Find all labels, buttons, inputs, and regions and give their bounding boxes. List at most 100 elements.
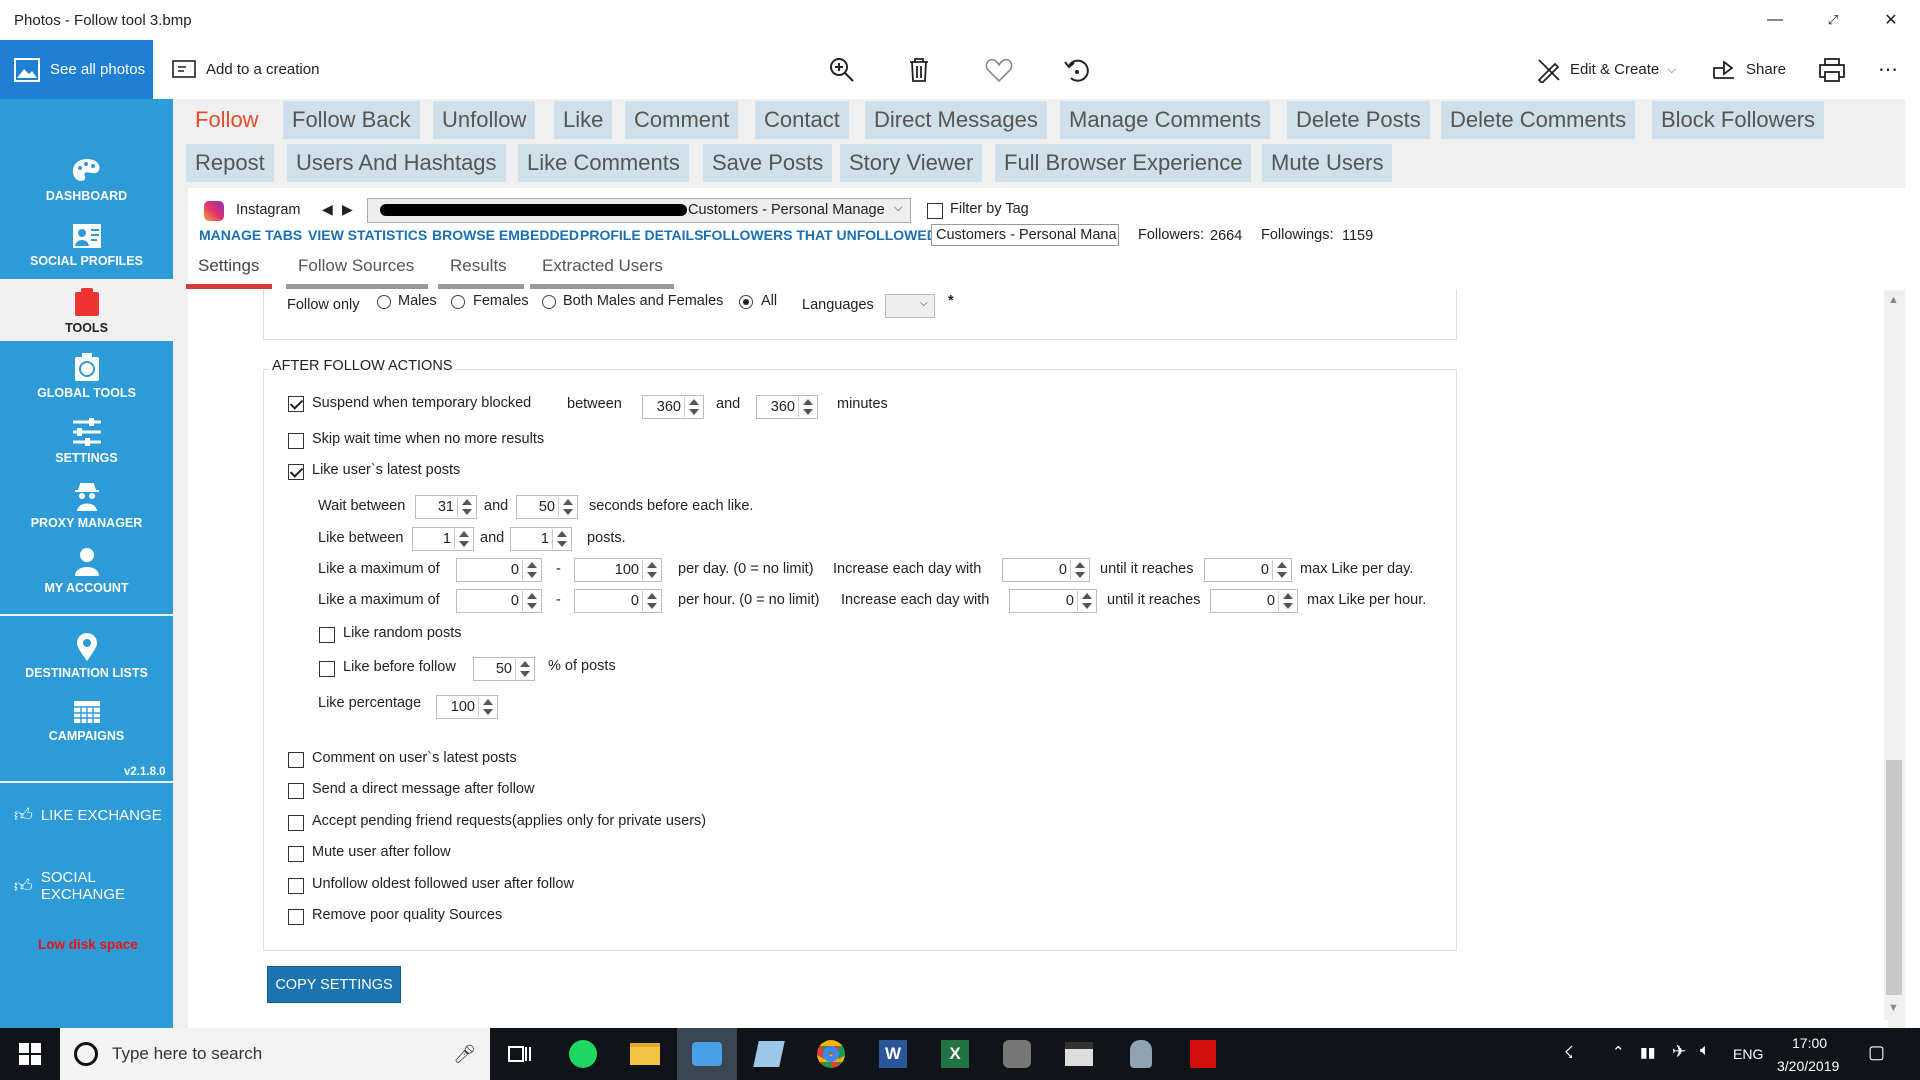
scroll-down-icon[interactable]: ▼	[1888, 1002, 1899, 1014]
subtab-results[interactable]: Results	[438, 256, 524, 289]
rotate-button[interactable]	[1063, 40, 1091, 99]
close-button[interactable]: ✕	[1868, 0, 1914, 40]
like-percentage-stepper[interactable]: 100	[436, 695, 498, 719]
tab-unfollow[interactable]: Unfollow	[433, 101, 536, 139]
wait-max-stepper[interactable]: 50	[516, 495, 578, 519]
prev-account-button[interactable]: ◀	[322, 201, 333, 218]
day-min-stepper[interactable]: 0	[456, 558, 542, 582]
robot-app[interactable]	[1111, 1028, 1171, 1080]
tab-block-followers[interactable]: Block Followers	[1652, 101, 1825, 139]
subtab-follow-sources[interactable]: Follow Sources	[286, 256, 428, 289]
wait-min-stepper[interactable]: 31	[415, 495, 477, 519]
radio-all[interactable]	[739, 295, 753, 309]
mute-user-checkbox[interactable]	[288, 846, 304, 862]
up-down-arrows-icon[interactable]	[642, 591, 660, 611]
hour-reach-stepper[interactable]: 0	[1210, 589, 1298, 613]
delete-button[interactable]	[907, 40, 931, 99]
filter-by-tag-checkbox[interactable]	[927, 203, 943, 219]
radio-males[interactable]	[377, 295, 391, 309]
calendar-app[interactable]	[1049, 1028, 1109, 1080]
scroll-up-icon[interactable]: ▲	[1888, 294, 1899, 306]
tag-input[interactable]: Customers - Personal Mana	[931, 224, 1119, 246]
radio-both[interactable]	[542, 295, 556, 309]
like-random-checkbox[interactable]	[319, 627, 335, 643]
next-account-button[interactable]: ▶	[342, 201, 353, 218]
followers-that-unfollowed-link[interactable]: FOLLOWERS THAT UNFOLLOWED	[703, 227, 937, 243]
comment-latest-checkbox[interactable]	[288, 752, 304, 768]
print-button[interactable]	[1818, 40, 1846, 99]
sidebar-item-settings[interactable]: SETTINGS	[0, 409, 173, 471]
up-down-arrows-icon[interactable]	[522, 560, 540, 580]
minimize-button[interactable]: —	[1752, 0, 1798, 40]
up-down-arrows-icon[interactable]	[478, 697, 496, 717]
tab-comment[interactable]: Comment	[625, 101, 739, 139]
browse-embedded-link[interactable]: BROWSE EMBEDDED	[432, 227, 579, 243]
tab-story-viewer[interactable]: Story Viewer	[840, 144, 983, 182]
up-down-arrows-icon[interactable]	[684, 397, 702, 417]
tab-follow[interactable]: Follow	[186, 101, 268, 139]
tab-follow-back[interactable]: Follow Back	[283, 101, 420, 139]
suspend-min-stepper[interactable]: 360	[642, 395, 704, 419]
restore-button[interactable]: ⤢	[1810, 0, 1856, 40]
social-exchange-button[interactable]: 👍︎ SOCIAL EXCHANGE	[14, 869, 173, 903]
task-view-button[interactable]	[490, 1028, 550, 1080]
acrobat-app[interactable]	[1173, 1028, 1233, 1080]
up-down-arrows-icon[interactable]	[642, 560, 660, 580]
subtab-settings[interactable]: Settings	[186, 256, 272, 289]
see-all-photos-button[interactable]: See all photos	[0, 40, 153, 99]
like-max-stepper[interactable]: 1	[510, 527, 572, 551]
language-indicator[interactable]: ENG	[1733, 1046, 1763, 1062]
tab-direct-messages[interactable]: Direct Messages	[865, 101, 1047, 139]
more-button[interactable]: ⋯	[1878, 40, 1898, 99]
up-down-arrows-icon[interactable]	[1278, 591, 1296, 611]
tab-mute-users[interactable]: Mute Users	[1262, 144, 1393, 182]
sidebar-item-campaigns[interactable]: CAMPAIGNS	[0, 689, 173, 751]
tab-full-browser-experience[interactable]: Full Browser Experience	[995, 144, 1252, 182]
hour-max-stepper[interactable]: 0	[574, 589, 662, 613]
scroll-thumb[interactable]	[1886, 760, 1902, 995]
vertical-scrollbar[interactable]: ▲ ▼	[1884, 290, 1904, 1020]
add-to-creation-button[interactable]: Add to a creation	[172, 40, 319, 99]
sidebar-item-destination-lists[interactable]: DESTINATION LISTS	[0, 624, 173, 686]
up-down-arrows-icon[interactable]	[1272, 560, 1290, 580]
tab-manage-comments[interactable]: Manage Comments	[1060, 101, 1270, 139]
chevron-up-icon[interactable]: ⌃	[1612, 1043, 1625, 1061]
tab-like-comments[interactable]: Like Comments	[518, 144, 689, 182]
zoom-button[interactable]	[828, 40, 856, 99]
edit-create-button[interactable]: Edit & Create ⌵	[1536, 40, 1676, 99]
up-down-arrows-icon[interactable]	[558, 497, 576, 517]
clock-date[interactable]: 3/20/2019	[1777, 1058, 1839, 1074]
chrome-app[interactable]	[801, 1028, 861, 1080]
day-increase-stepper[interactable]: 0	[1002, 558, 1090, 582]
up-down-arrows-icon[interactable]	[552, 529, 570, 549]
sidebar-item-tools[interactable]: TOOLS	[0, 279, 173, 341]
spotify-app[interactable]	[553, 1028, 613, 1080]
profile-details-link[interactable]: PROFILE DETAILS	[580, 227, 703, 243]
account-select[interactable]: Customers - Personal Manage ⌵	[367, 198, 911, 223]
notepad-app[interactable]	[739, 1028, 799, 1080]
clock-time[interactable]: 17:00	[1792, 1035, 1827, 1051]
sidebar-item-my-account[interactable]: MY ACCOUNT	[0, 539, 173, 601]
day-reach-stepper[interactable]: 0	[1204, 558, 1292, 582]
send-dm-checkbox[interactable]	[288, 783, 304, 799]
sidebar-item-proxy-manager[interactable]: PROXY MANAGER	[0, 474, 173, 536]
photos-app[interactable]	[677, 1028, 737, 1080]
radio-females[interactable]	[451, 295, 465, 309]
tab-users-and-hashtags[interactable]: Users And Hashtags	[287, 144, 506, 182]
share-button[interactable]: Share	[1712, 40, 1786, 99]
excel-app[interactable]: X	[925, 1028, 985, 1080]
day-max-stepper[interactable]: 100	[574, 558, 662, 582]
file-explorer-app[interactable]	[615, 1028, 675, 1080]
remove-poor-checkbox[interactable]	[288, 909, 304, 925]
people-icon[interactable]: ☇	[1564, 1043, 1574, 1063]
sidebar-item-global-tools[interactable]: GLOBAL TOOLS	[0, 344, 173, 406]
tab-delete-comments[interactable]: Delete Comments	[1441, 101, 1636, 139]
tool-app[interactable]	[987, 1028, 1047, 1080]
word-app[interactable]: W	[863, 1028, 923, 1080]
like-latest-checkbox[interactable]	[288, 464, 304, 480]
view-statistics-link[interactable]: VIEW STATISTICS	[308, 227, 427, 243]
unfollow-oldest-checkbox[interactable]	[288, 878, 304, 894]
hour-min-stepper[interactable]: 0	[456, 589, 542, 613]
hour-increase-stepper[interactable]: 0	[1009, 589, 1097, 613]
up-down-arrows-icon[interactable]	[1070, 560, 1088, 580]
